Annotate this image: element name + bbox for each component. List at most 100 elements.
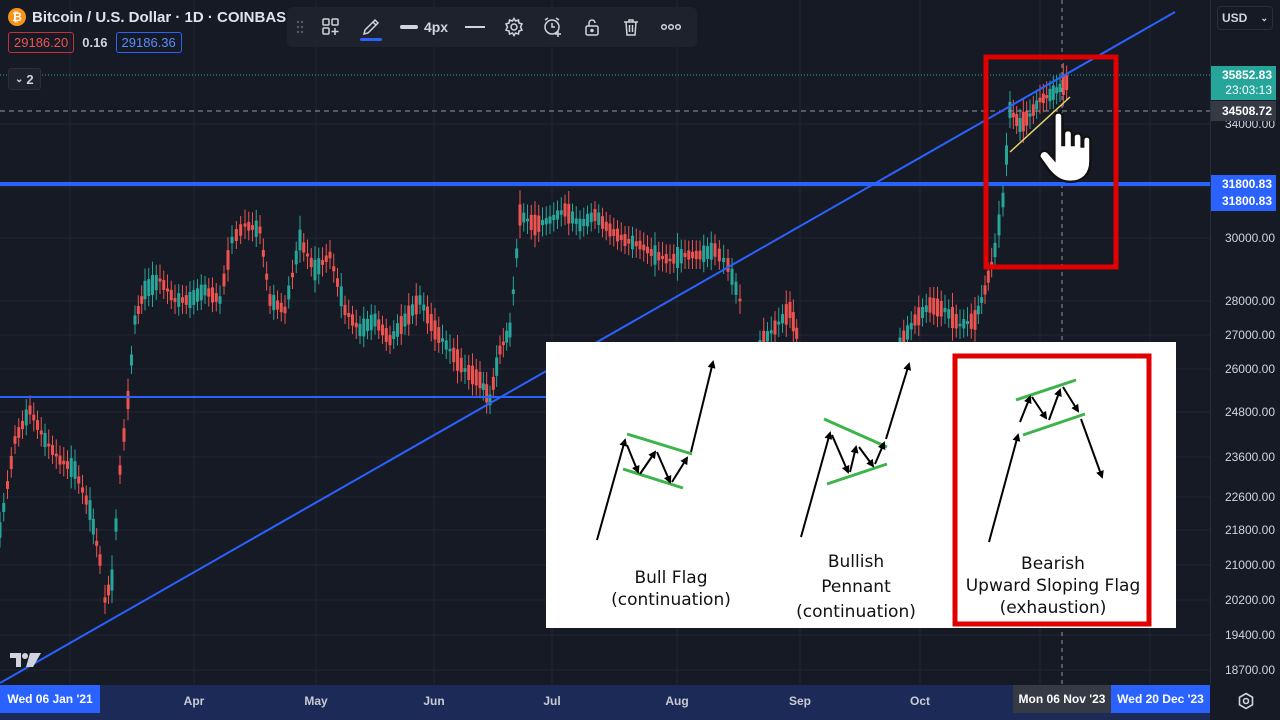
candle-body bbox=[969, 313, 973, 329]
pencil-icon bbox=[362, 18, 380, 36]
lock-button[interactable] bbox=[573, 7, 611, 47]
candle-body bbox=[593, 208, 597, 222]
candle-body bbox=[1025, 111, 1029, 126]
candle-body bbox=[646, 246, 649, 254]
candle-body bbox=[913, 314, 917, 326]
hline-price-1: 31800.83 bbox=[1221, 177, 1272, 191]
candle-body bbox=[1041, 93, 1045, 104]
candle-body bbox=[347, 313, 351, 317]
candle-body bbox=[328, 251, 332, 259]
last-price-value: 35852.83 bbox=[1221, 68, 1272, 82]
bullish-pennant-subtitle: (continuation) bbox=[796, 602, 916, 622]
line-color-button[interactable] bbox=[349, 7, 393, 47]
candle-body bbox=[559, 210, 563, 215]
candle-body bbox=[672, 253, 676, 264]
candle-body bbox=[254, 220, 258, 237]
templates-button[interactable] bbox=[313, 7, 349, 47]
candle-body bbox=[21, 420, 24, 430]
candle-body bbox=[418, 295, 422, 305]
candle-body bbox=[324, 255, 328, 262]
candle-body bbox=[1048, 88, 1052, 102]
candle-body bbox=[943, 307, 947, 313]
candle-body bbox=[181, 297, 184, 303]
time-range-start-tag: Wed 06 Jan '21 bbox=[0, 685, 100, 713]
candle-body bbox=[81, 487, 84, 493]
candle-body bbox=[291, 272, 294, 278]
candle-body bbox=[422, 304, 426, 311]
candle-body bbox=[1035, 100, 1039, 110]
bullish-pennant-diagram bbox=[800, 362, 912, 538]
sell-price-button[interactable]: 29186.20 bbox=[8, 32, 75, 53]
indicators-toggle[interactable]: ⌄ 2 bbox=[8, 68, 41, 90]
candle-body bbox=[976, 305, 980, 315]
candle-body bbox=[784, 304, 788, 325]
crosshair-date: Mon 06 Nov '23 bbox=[1018, 692, 1106, 706]
candle-body bbox=[631, 235, 634, 250]
candle-body bbox=[122, 428, 126, 442]
bull-flag-title: Bull Flag bbox=[634, 568, 708, 588]
flag-line-upper bbox=[626, 432, 693, 456]
candle-body bbox=[1055, 87, 1059, 94]
candle-body bbox=[9, 455, 13, 470]
time-tick-label: Jun bbox=[423, 694, 445, 708]
candle-body bbox=[388, 334, 392, 346]
candle-body bbox=[392, 331, 396, 339]
candle-body bbox=[537, 215, 541, 232]
candle-body bbox=[563, 203, 567, 217]
candle-body bbox=[544, 218, 548, 225]
candle-body bbox=[616, 228, 619, 242]
axis-settings-button[interactable] bbox=[1210, 685, 1280, 720]
candle-body bbox=[501, 341, 505, 346]
candle-body bbox=[459, 357, 463, 373]
candle-body bbox=[411, 304, 414, 316]
candle-body bbox=[909, 322, 913, 330]
currency-select[interactable]: USD ⌄ bbox=[1217, 6, 1273, 30]
candle-body bbox=[251, 225, 254, 230]
candle-body bbox=[990, 261, 994, 265]
candle-body bbox=[196, 288, 199, 302]
add-alert-button[interactable] bbox=[533, 7, 573, 47]
candle-body bbox=[69, 458, 73, 477]
horizontal-line-price-tag: 31800.83 31800.83 bbox=[1211, 175, 1276, 211]
candle-body bbox=[471, 365, 474, 385]
candle-body bbox=[218, 296, 222, 304]
drag-handle-icon[interactable] bbox=[287, 7, 313, 47]
candle-body bbox=[781, 314, 784, 324]
candle-body bbox=[769, 330, 773, 334]
line-style-button[interactable] bbox=[455, 7, 495, 47]
candle-body bbox=[110, 569, 114, 591]
more-icon bbox=[660, 23, 682, 31]
candle-body bbox=[679, 249, 683, 264]
candle-body bbox=[243, 223, 247, 227]
candle-body bbox=[924, 305, 928, 313]
candle-body bbox=[726, 258, 730, 272]
candle-body bbox=[403, 313, 407, 327]
time-tick-label: Apr bbox=[183, 694, 205, 708]
candle-body bbox=[586, 213, 589, 227]
more-button[interactable] bbox=[651, 7, 691, 47]
candle-body bbox=[1011, 112, 1015, 118]
price-tick-label: 28000.00 bbox=[1224, 294, 1275, 308]
candle-body bbox=[533, 214, 537, 236]
candle-body bbox=[1065, 75, 1069, 91]
candle-body bbox=[247, 221, 251, 231]
candle-body bbox=[336, 278, 339, 287]
candle-body bbox=[66, 461, 69, 469]
candle-body bbox=[713, 243, 717, 257]
line-width-button[interactable]: 4px bbox=[393, 7, 455, 47]
candle-body bbox=[6, 481, 9, 489]
candle-body bbox=[661, 255, 664, 260]
candle-body bbox=[508, 322, 512, 338]
symbol-title[interactable]: Bitcoin / U.S. Dollar · 1D · COINBAS bbox=[32, 9, 286, 26]
candle-body bbox=[1018, 118, 1022, 132]
buy-price-button[interactable]: 29186.36 bbox=[115, 32, 182, 53]
candle-body bbox=[103, 597, 107, 603]
lock-icon bbox=[585, 19, 599, 36]
bearish-flag-caption: Bearish Upward Sloping Flag (exhaustion) bbox=[956, 553, 1150, 619]
settings-button[interactable] bbox=[495, 7, 533, 47]
candle-body bbox=[433, 320, 437, 340]
delete-button[interactable] bbox=[611, 7, 651, 47]
candle-body bbox=[429, 314, 433, 331]
candle-body bbox=[203, 284, 207, 296]
price-tick-label: 22600.00 bbox=[1224, 490, 1275, 504]
